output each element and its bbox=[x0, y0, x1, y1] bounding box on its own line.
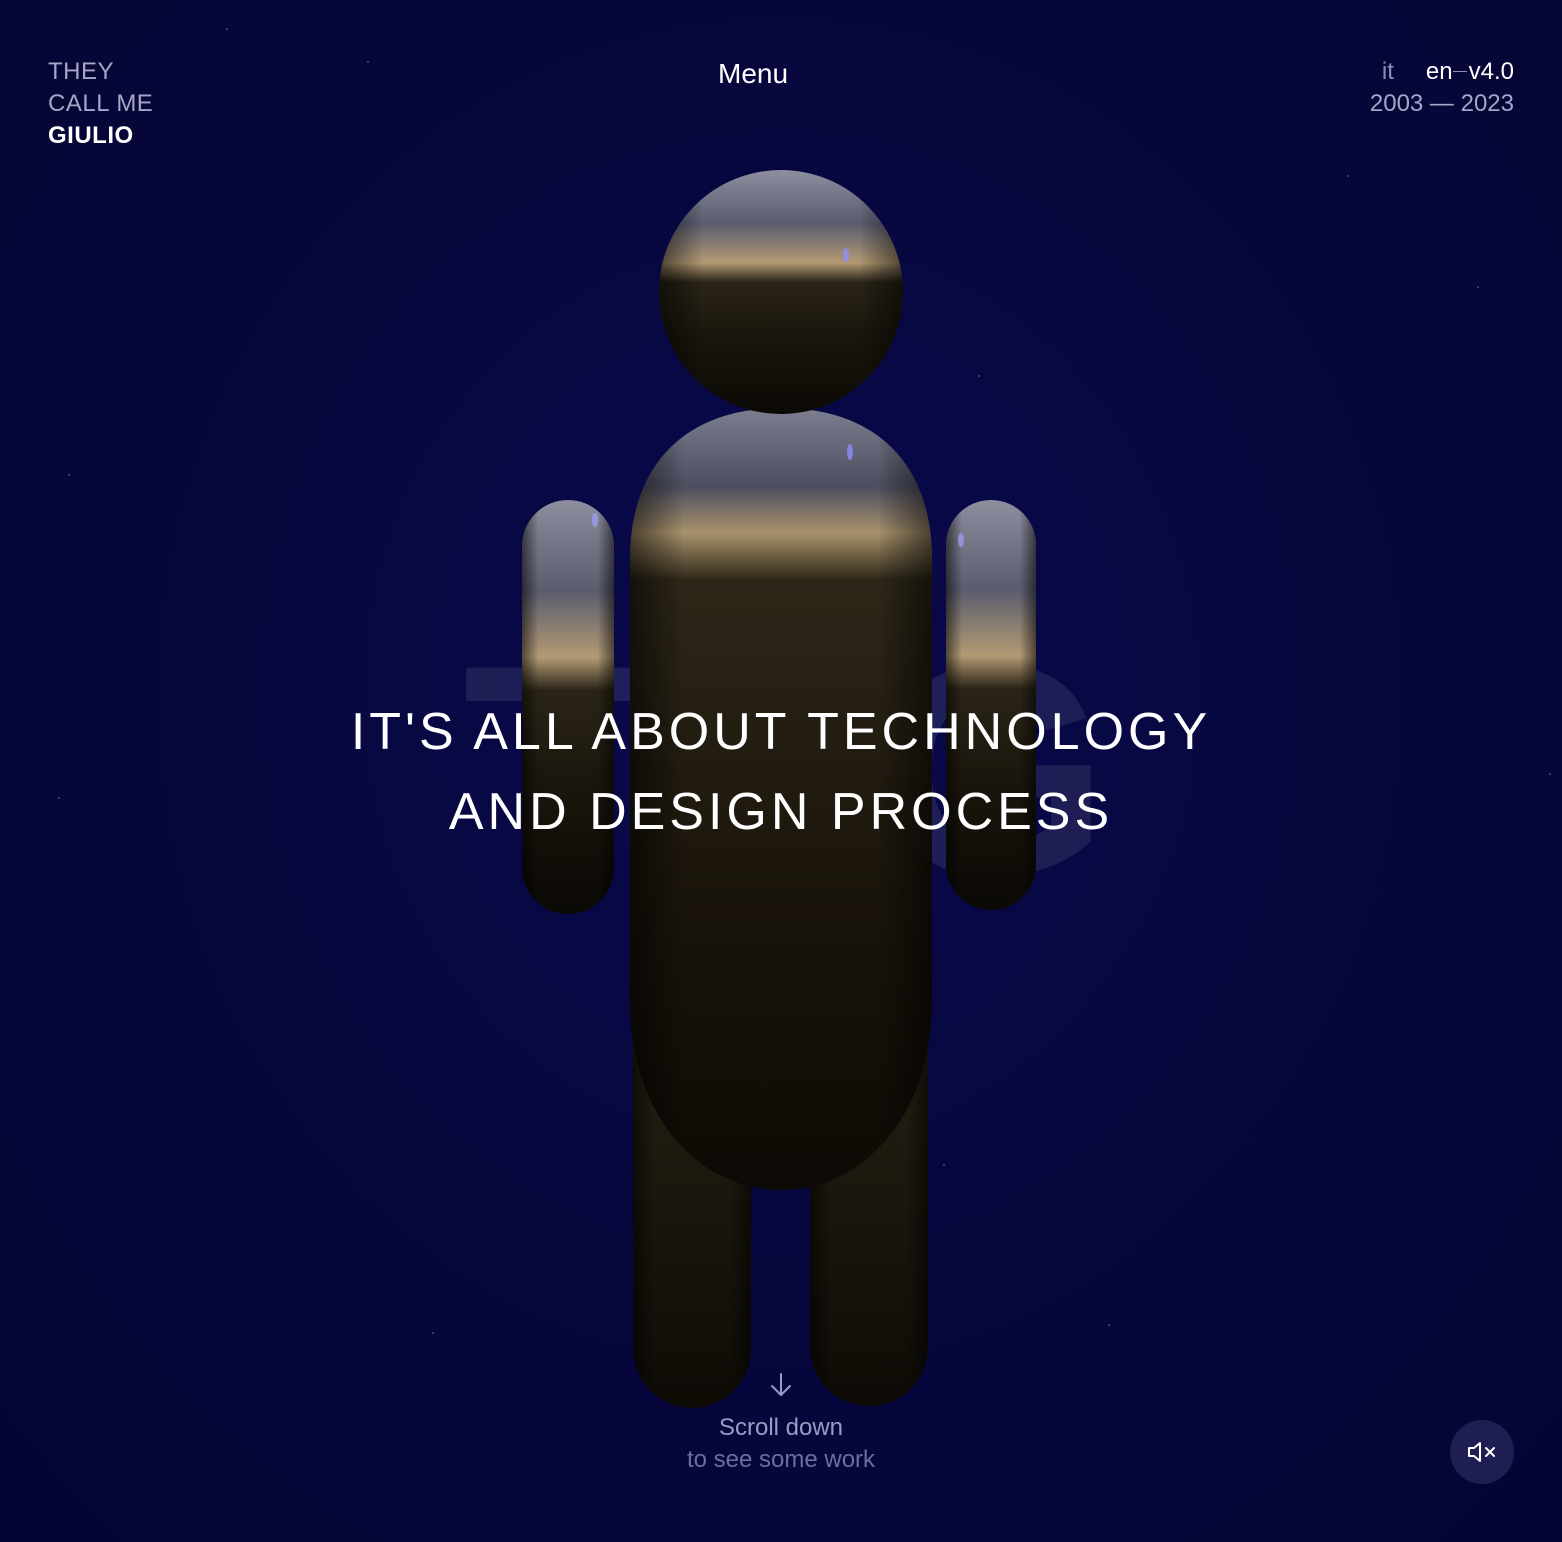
language-switcher: it en v4.0 bbox=[1370, 56, 1514, 88]
page-background: TMG bbox=[0, 0, 1562, 1542]
logo-line-1: THEY bbox=[48, 58, 115, 85]
header-meta: it en v4.0 2003 — 2023 bbox=[1370, 56, 1514, 120]
speaker-muted-icon bbox=[1468, 1442, 1495, 1462]
lang-en-link[interactable]: en bbox=[1426, 56, 1453, 88]
scroll-hint-line-1: Scroll down bbox=[718, 1414, 844, 1441]
scroll-hint-line-2: to see some work bbox=[686, 1446, 876, 1473]
logo-line-2: CALL ME bbox=[48, 90, 154, 117]
headline-line-1: IT'S ALL ABOUT TECHNOLOGY bbox=[350, 703, 1212, 761]
lang-it-link[interactable]: it bbox=[1382, 56, 1394, 88]
headline-line-2: AND DESIGN PROCESS bbox=[448, 783, 1114, 841]
site-logo[interactable]: THEY CALL ME GIULIO bbox=[48, 56, 153, 152]
sound-toggle-button[interactable] bbox=[1450, 1420, 1514, 1484]
hero-headline: IT'S ALL ABOUT TECHNOLOGY AND DESIGN PRO… bbox=[0, 692, 1562, 852]
logo-line-3: GIULIO bbox=[48, 122, 134, 149]
version-label: v4.0 bbox=[1452, 56, 1514, 88]
scroll-hint[interactable]: Scroll down to see some work bbox=[0, 1372, 1562, 1476]
menu-button[interactable]: Menu bbox=[718, 56, 788, 92]
years-range: 2003 — 2023 bbox=[1369, 90, 1514, 117]
arrow-down-icon bbox=[771, 1373, 791, 1396]
